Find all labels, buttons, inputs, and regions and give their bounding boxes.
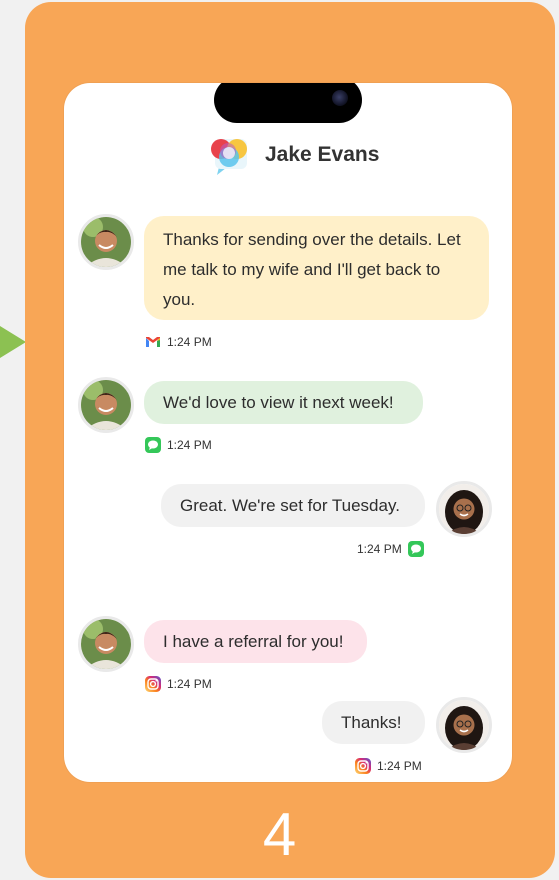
imessage-icon bbox=[145, 437, 161, 453]
message-meta: 1:24 PM bbox=[144, 333, 217, 351]
avatar-jake bbox=[78, 214, 134, 270]
avatar-agent bbox=[436, 697, 492, 753]
message-bubble: Great. We're set for Tuesday. bbox=[161, 484, 425, 527]
contact-name: Jake Evans bbox=[265, 143, 380, 166]
instagram-icon bbox=[145, 676, 161, 692]
message-text: Thanks! bbox=[341, 712, 402, 732]
message-time: 1:24 PM bbox=[357, 542, 402, 556]
gmail-icon bbox=[146, 337, 160, 347]
message-bubble: Thanks! bbox=[322, 701, 425, 744]
camera-icon bbox=[332, 90, 348, 106]
message-time: 1:24 PM bbox=[167, 438, 212, 452]
message-meta: 1:24 PM bbox=[354, 757, 427, 775]
message-bubble: We'd love to view it next week! bbox=[144, 381, 423, 424]
chat-hub-logo-icon bbox=[211, 139, 247, 175]
step-number: 4 bbox=[262, 801, 297, 868]
message-text: Great. We're set for Tuesday. bbox=[180, 495, 400, 515]
avatar-jake bbox=[78, 616, 134, 672]
message-text: I have a referral for you! bbox=[163, 631, 344, 651]
message-meta: 1:24 PM bbox=[352, 540, 425, 558]
message-bubble: Thanks for sending over the details. Let… bbox=[144, 216, 489, 320]
message-text: We'd love to view it next week! bbox=[163, 392, 394, 412]
instagram-icon bbox=[355, 758, 371, 774]
chat-header: Jake Evans bbox=[64, 133, 512, 177]
avatar-agent bbox=[436, 481, 492, 537]
message-time: 1:24 PM bbox=[377, 759, 422, 773]
message-bubble: I have a referral for you! bbox=[144, 620, 367, 663]
dynamic-island bbox=[214, 83, 362, 123]
arrow-right-icon bbox=[0, 326, 26, 358]
message-time: 1:24 PM bbox=[167, 677, 212, 691]
message-text: Thanks for sending over the details. Let… bbox=[163, 230, 461, 309]
message-time: 1:24 PM bbox=[167, 335, 212, 349]
avatar-jake bbox=[78, 377, 134, 433]
message-meta: 1:24 PM bbox=[144, 436, 217, 454]
message-meta: 1:24 PM bbox=[144, 675, 217, 693]
imessage-icon bbox=[407, 541, 424, 557]
phone-screen: Jake Evans Thanks for sending over the d… bbox=[64, 83, 512, 782]
